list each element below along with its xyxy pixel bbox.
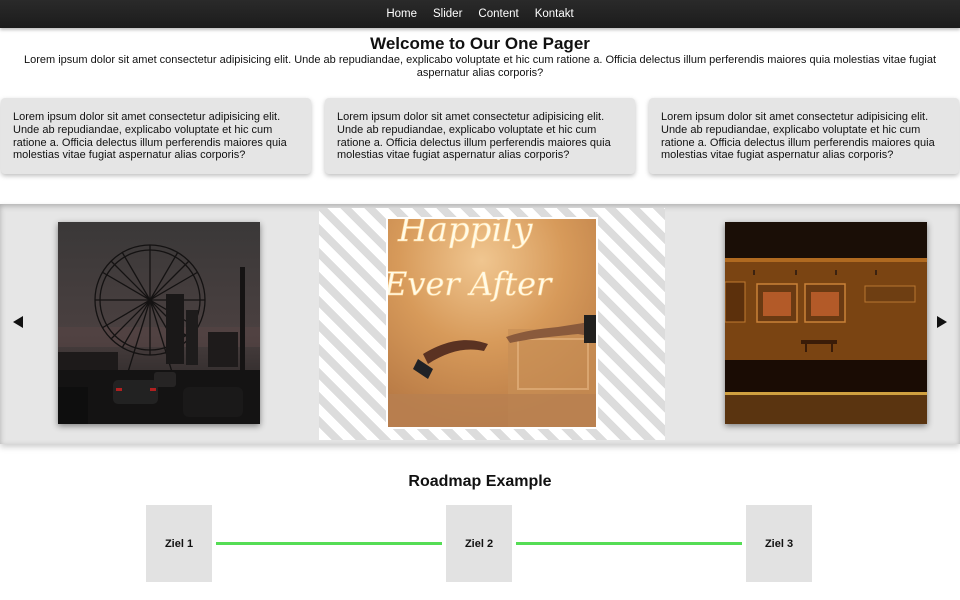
page-title: Welcome to Our One Pager (370, 34, 590, 53)
image-slider: Happily Ever After (0, 204, 960, 444)
info-card-3: Lorem ipsum dolor sit amet consectetur a… (649, 98, 959, 174)
triangle-left-icon (13, 316, 23, 328)
info-card-text: Lorem ipsum dolor sit amet consectetur a… (661, 111, 935, 162)
nav-link-slider[interactable]: Slider (433, 8, 462, 20)
milestone-label: Ziel 1 (164, 537, 194, 550)
top-navigation: Home Slider Content Kontakt (0, 0, 960, 28)
active-slide-frame: Happily Ever After (319, 208, 665, 440)
neon-text-line2: Ever After (388, 265, 553, 303)
slide-image-subway-station[interactable] (725, 222, 927, 424)
slider-prev-button[interactable] (11, 314, 25, 330)
info-card-2: Lorem ipsum dolor sit amet consectetur a… (325, 98, 635, 174)
nav-link-content[interactable]: Content (478, 8, 518, 20)
info-card-text: Lorem ipsum dolor sit amet consectetur a… (13, 111, 287, 162)
roadmap-milestone-3: Ziel 3 (746, 505, 812, 582)
slide-image-neon-sign[interactable]: Happily Ever After (386, 217, 598, 429)
roadmap-milestone-2: Ziel 2 (446, 505, 512, 582)
neon-text-line1: Happily (397, 219, 533, 250)
roadmap-connector (516, 542, 742, 545)
info-card-1: Lorem ipsum dolor sit amet consectetur a… (1, 98, 311, 174)
nav-link-home[interactable]: Home (386, 8, 417, 20)
info-card-text: Lorem ipsum dolor sit amet consectetur a… (337, 111, 611, 162)
milestone-label: Ziel 2 (464, 537, 494, 550)
nav-link-kontakt[interactable]: Kontakt (535, 8, 574, 20)
roadmap-title: Roadmap Example (408, 473, 552, 490)
roadmap-connector (216, 542, 442, 545)
slide-image-ferris-wheel[interactable] (58, 222, 260, 424)
roadmap-milestone-1: Ziel 1 (146, 505, 212, 582)
triangle-right-icon (937, 316, 947, 328)
hero-description: Lorem ipsum dolor sit amet consectetur a… (23, 54, 937, 79)
slider-next-button[interactable] (935, 314, 949, 330)
milestone-label: Ziel 3 (764, 537, 794, 550)
